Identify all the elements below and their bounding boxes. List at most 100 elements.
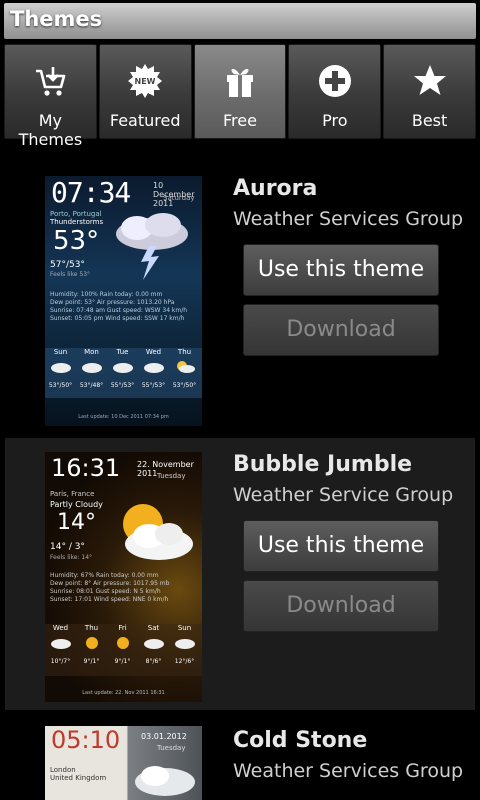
cloud-icon	[144, 639, 164, 649]
theme-list-item: 05:10 03.01.2012 Tuesday London United K…	[0, 714, 480, 800]
detail-line: Sunset: 05:05 pm Wind speed: SSW 17 km/h	[50, 315, 185, 322]
preview-time: 07:34	[51, 176, 131, 209]
theme-author: Weather Services Group	[233, 760, 464, 782]
theme-list-item: 16:31 22. November 2011 Tuesday Paris, F…	[5, 438, 475, 710]
forecast-temp: 53°/48°	[79, 382, 104, 389]
forecast-day-label: Thu	[177, 348, 192, 356]
forecast-day: Sun 12°/6°	[169, 624, 200, 665]
forecast-temp: 9°/1°	[83, 658, 100, 665]
tab-label: My Themes	[18, 111, 83, 149]
star-icon	[413, 65, 446, 95]
preview-condition: United Kingdom	[50, 774, 107, 782]
preview-condition: Partly Cloudy	[50, 500, 103, 509]
preview-time: 05:10	[51, 726, 121, 754]
sun-cloud-icon	[177, 361, 195, 373]
preview-day: Tuesday	[157, 472, 186, 480]
theme-author: Weather Service Group	[233, 484, 454, 506]
forecast-temp: 53°/50°	[172, 382, 197, 389]
tab-label: Featured	[109, 111, 181, 130]
preview-location: Paris, France	[50, 490, 95, 498]
preview-date: 03.01.2012	[141, 732, 187, 741]
use-theme-button[interactable]: Use this theme	[243, 244, 439, 296]
theme-preview-thumbnail[interactable]: 05:10 03.01.2012 Tuesday London United K…	[45, 726, 202, 800]
forecast-day-label: Sun	[177, 624, 192, 632]
cart-download-icon	[36, 67, 66, 96]
preview-details: Humidity: 100% Rain today: 0.00 mm Dew p…	[50, 291, 200, 323]
preview-location: London	[50, 766, 76, 774]
plus-circle-icon	[318, 65, 351, 97]
download-button[interactable]: Download	[243, 580, 439, 632]
tab-label: Free	[223, 111, 257, 130]
detail-line: Dew point: 8° Air pressure: 1017.95 mb	[50, 580, 170, 587]
forecast-temp: 55°/53°	[141, 382, 166, 389]
preview-day: Saturday	[163, 194, 195, 202]
gift-icon	[226, 68, 253, 97]
tab-label: Best	[411, 111, 448, 130]
sun-cloud-icon	[123, 504, 193, 560]
preview-time: 16:31	[51, 454, 121, 482]
forecast-temp: 12°/6°	[174, 658, 195, 665]
forecast-day: Sun 53°/50°	[45, 348, 76, 389]
tab-free[interactable]: Free	[193, 44, 287, 139]
theme-author: Weather Services Group	[233, 208, 464, 230]
category-tabs: My Themes NEW Featured Free Pro Best	[4, 44, 476, 149]
cloud-icon	[51, 639, 71, 649]
forecast-day: Fri 9°/1°	[107, 624, 138, 665]
detail-line: Humidity: 67% Rain today: 0.00 mm	[50, 572, 159, 579]
theme-preview-thumbnail[interactable]: 16:31 22. November 2011 Tuesday Paris, F…	[45, 452, 202, 702]
forecast-day-label: Sun	[53, 348, 68, 356]
forecast-temp: 10°/7°	[50, 658, 71, 665]
detail-line: Dew point: 53° Air pressure: 1013.20 hPa	[50, 299, 175, 306]
tab-label: Pro	[322, 111, 348, 130]
forecast-day-label: Fri	[118, 624, 127, 632]
theme-preview-thumbnail[interactable]: 07:34 10 December 2011 Saturday Porto, P…	[45, 176, 202, 426]
forecast-temp: 53°/50°	[48, 382, 73, 389]
detail-line: Sunrise: 08:01 Gust speed: N 5 km/h	[50, 588, 161, 595]
download-button[interactable]: Download	[243, 304, 439, 356]
preview-location: Porto, Portugal	[50, 210, 102, 218]
use-theme-button[interactable]: Use this theme	[243, 520, 439, 572]
title-bar: Themes	[4, 3, 476, 39]
forecast-temp: 55°/53°	[110, 382, 135, 389]
forecast-day: Wed 55°/53°	[138, 348, 169, 389]
tab-best[interactable]: Best	[383, 44, 476, 139]
preview-temperature: 53°	[53, 226, 100, 256]
tab-pro[interactable]: Pro	[288, 44, 382, 139]
forecast-temp: 9°/1°	[114, 658, 131, 665]
forecast-day-label: Wed	[145, 348, 162, 356]
forecast-temp: 8°/6°	[145, 658, 162, 665]
preview-day: Tuesday	[157, 744, 186, 752]
cloud-icon	[82, 363, 102, 373]
preview-temperature: 14°	[57, 510, 96, 535]
preview-details: Humidity: 67% Rain today: 0.00 mm Dew po…	[50, 572, 200, 604]
theme-list-item: 07:34 10 December 2011 Saturday Porto, P…	[0, 162, 480, 434]
preview-feels-like: Feels like: 14°	[50, 554, 93, 561]
forecast-day: Sat 8°/6°	[138, 624, 169, 665]
sun-icon	[117, 637, 129, 649]
theme-name: Bubble Jumble	[233, 452, 413, 477]
sun-icon	[86, 637, 98, 649]
detail-line: Humidity: 100% Rain today: 0.00 mm	[50, 291, 163, 298]
detail-line: Sunset: 17:01 Wind speed: NNE 0 km/h	[50, 596, 169, 603]
forecast-day-label: Sat	[147, 624, 160, 632]
forecast-day: Thu 53°/50°	[169, 348, 200, 389]
storm-cloud-icon	[116, 213, 188, 280]
preview-hilo: 57°/53°	[50, 260, 85, 270]
theme-name: Cold Stone	[233, 728, 368, 753]
svg-text:NEW: NEW	[135, 77, 156, 86]
cloud-icon	[51, 363, 71, 373]
preview-condition: Thunderstorms	[50, 218, 104, 226]
cloud-icon	[175, 639, 195, 649]
page-title: Themes	[10, 7, 103, 31]
cloud-icon	[144, 363, 164, 373]
tab-my-themes[interactable]: My Themes	[4, 44, 97, 149]
detail-line: Sunrise: 07:48 am Gust speed: WSW 34 km/…	[50, 307, 188, 314]
preview-feels-like: Feels like 53°	[50, 271, 91, 278]
forecast-day: Thu 9°/1°	[76, 624, 107, 665]
forecast-day: Mon 53°/48°	[76, 348, 107, 389]
tab-featured[interactable]: NEW Featured	[98, 44, 192, 139]
forecast-day-label: Tue	[116, 348, 129, 356]
forecast-day-label: Thu	[84, 624, 99, 632]
forecast-strip: Wed 10°/7° Thu 9°/1° Fri 9°/1° Sat 8°/6° Sun…	[45, 624, 202, 676]
cloud-icon	[113, 363, 133, 373]
